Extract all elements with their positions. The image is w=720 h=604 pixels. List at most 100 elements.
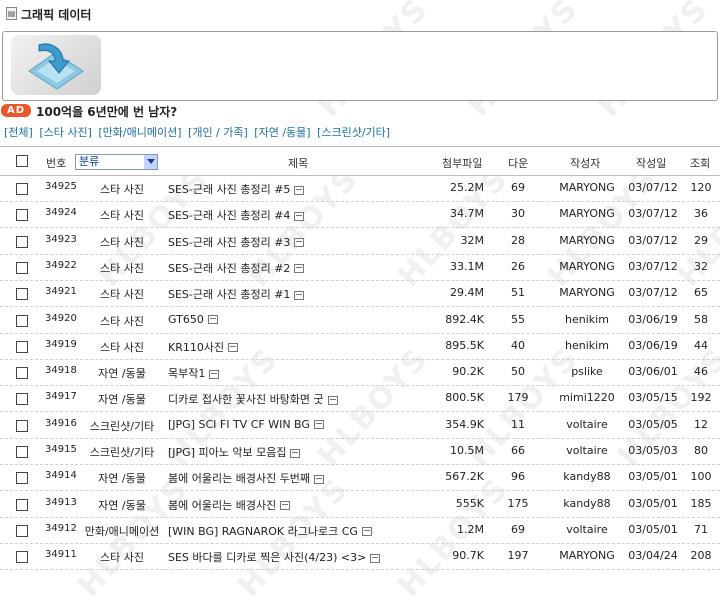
row-title-link[interactable]: KR110사진 — [168, 341, 224, 354]
ad-text[interactable]: 100억을 6년만에 번 남자? — [36, 103, 177, 120]
row-category[interactable]: 자연 /동물 — [84, 365, 160, 381]
row-author[interactable]: henikim — [552, 313, 622, 326]
row-author[interactable]: voltaire — [552, 523, 622, 536]
category-link-star-photo[interactable]: [스타 사진] — [39, 126, 92, 139]
row-category[interactable]: 스크린샷/기타 — [84, 418, 160, 434]
comment-icon — [290, 448, 301, 458]
row-downloads: 69 — [511, 181, 525, 194]
row-category[interactable]: 스크린샷/기타 — [84, 444, 160, 460]
row-views: 12 — [694, 417, 708, 431]
row-title-link[interactable]: SES-근래 사진 총정리 #4 — [168, 209, 290, 222]
row-number: 34914 — [45, 470, 77, 482]
row-title-cell: 봄에 어울리는 배경사진 두번째 — [168, 470, 325, 486]
row-checkbox[interactable] — [16, 393, 28, 406]
board-logo — [11, 35, 101, 95]
row-number: 34918 — [45, 365, 77, 377]
row-title-link[interactable]: 디카로 접사한 꽃사진 바탕화면 굿 — [168, 393, 324, 406]
column-header-date: 작성일 — [636, 157, 667, 170]
row-attachment-size: 895.5K — [445, 338, 484, 352]
row-title-cell: 디카로 접사한 꽃사진 바탕화면 굿 — [168, 391, 338, 407]
row-checkbox[interactable] — [16, 446, 28, 458]
category-select[interactable]: 분류 — [75, 154, 158, 170]
row-date: 03/06/19 — [628, 338, 678, 352]
row-checkbox[interactable] — [16, 419, 28, 432]
column-header-views: 조회 — [690, 157, 711, 170]
row-checkbox[interactable] — [16, 524, 28, 537]
row-title-link[interactable]: SES-근래 사진 총정리 #3 — [168, 236, 290, 249]
select-all-checkbox[interactable] — [16, 155, 28, 167]
row-checkbox[interactable] — [16, 183, 28, 195]
category-link-all[interactable]: [전체] — [4, 126, 33, 139]
row-attachment-size: 25.2M — [450, 181, 484, 194]
row-category[interactable]: 자연 /동물 — [84, 391, 160, 407]
download-arrow-icon — [28, 43, 84, 90]
row-checkbox[interactable] — [16, 367, 28, 380]
row-title-link[interactable]: GT650 — [168, 313, 204, 326]
row-title-link[interactable]: [JPG] 피아노 악보 모음집 — [168, 446, 286, 459]
row-category[interactable]: 스타 사진 — [84, 313, 160, 329]
row-title-link[interactable]: 목부작1 — [168, 367, 205, 380]
row-checkbox[interactable] — [16, 551, 28, 564]
row-title-link[interactable]: SES 바다를 디카로 찍은 사진(4/23) <3> — [168, 551, 366, 564]
row-author[interactable]: mimi1220 — [552, 391, 622, 404]
row-title-link[interactable]: [WIN BG] RAGNAROK 라그나로크 CG — [168, 525, 358, 538]
category-link-nature[interactable]: [자연 /동물] — [254, 126, 310, 139]
row-author[interactable]: MARYONG — [552, 207, 622, 220]
category-link-animation[interactable]: [만화/애니메이션] — [98, 126, 181, 139]
row-checkbox[interactable] — [16, 498, 28, 511]
row-number: 34922 — [45, 259, 77, 271]
row-author[interactable]: MARYONG — [552, 234, 622, 247]
row-title-link[interactable]: SES-근래 사진 총정리 #2 — [168, 262, 290, 275]
row-title-cell: SES-근래 사진 총정리 #2 — [168, 260, 305, 276]
row-category[interactable]: 스타 사진 — [84, 339, 160, 355]
row-checkbox[interactable] — [16, 288, 28, 301]
row-title-cell: SES-근래 사진 총정리 #3 — [168, 234, 305, 250]
row-category[interactable]: 스타 사진 — [84, 234, 160, 250]
row-title-link[interactable]: 봄에 어울리는 배경사진 — [168, 499, 276, 512]
row-checkbox[interactable] — [16, 209, 28, 222]
row-author[interactable]: MARYONG — [552, 549, 622, 562]
table-row: 34923 스타 사진 SES-근래 사진 총정리 #3 32M 28 MARYONG 03… — [0, 228, 720, 255]
row-author[interactable]: MARYONG — [552, 286, 622, 299]
row-number: 34916 — [45, 417, 77, 429]
row-checkbox[interactable] — [16, 472, 28, 485]
row-checkbox[interactable] — [16, 314, 28, 327]
row-title-link[interactable]: SES-근래 사진 총정리 #5 — [168, 183, 290, 196]
row-downloads: 55 — [511, 312, 525, 326]
comment-icon — [209, 369, 220, 379]
row-category[interactable]: 스타 사진 — [84, 260, 160, 276]
row-views: 80 — [694, 444, 708, 457]
row-author[interactable]: MARYONG — [552, 260, 622, 273]
row-author[interactable]: kandy88 — [552, 470, 622, 483]
row-category[interactable]: 스타 사진 — [84, 286, 160, 302]
row-downloads: 40 — [511, 338, 525, 352]
row-number: 34923 — [45, 233, 77, 245]
row-title-link[interactable]: SES-근래 사진 총정리 #1 — [168, 288, 290, 301]
row-checkbox[interactable] — [16, 261, 28, 274]
row-title-cell: GT650 — [168, 313, 218, 326]
category-link-screenshot[interactable]: [스크린샷/기타] — [317, 126, 390, 139]
row-category[interactable]: 만화/애니메이션 — [84, 523, 160, 539]
row-downloads: 30 — [511, 207, 525, 221]
row-author[interactable]: voltaire — [552, 444, 622, 457]
row-category[interactable]: 자연 /동물 — [84, 470, 160, 486]
row-author[interactable]: MARYONG — [552, 181, 622, 194]
row-author[interactable]: voltaire — [552, 418, 622, 431]
row-title-link[interactable]: 봄에 어울리는 배경사진 두번째 — [168, 472, 310, 485]
category-link-family[interactable]: [개인 / 가족] — [188, 126, 248, 139]
row-category[interactable]: 자연 /동물 — [84, 497, 160, 513]
row-category[interactable]: 스타 사진 — [84, 181, 160, 197]
row-checkbox[interactable] — [16, 340, 28, 353]
row-author[interactable]: kandy88 — [552, 497, 622, 510]
row-category[interactable]: 스타 사진 — [84, 549, 160, 565]
comment-icon — [327, 395, 338, 405]
row-date: 03/05/03 — [628, 444, 678, 457]
row-title-link[interactable]: [JPG] SCI FI TV CF WIN BG — [168, 418, 310, 431]
row-date: 03/05/01 — [628, 496, 678, 510]
row-category[interactable]: 스타 사진 — [84, 207, 160, 223]
row-author[interactable]: pslike — [552, 365, 622, 378]
row-date: 03/06/01 — [628, 365, 678, 379]
row-checkbox[interactable] — [16, 235, 28, 248]
row-author[interactable]: henikim — [552, 339, 622, 352]
comment-icon — [228, 343, 239, 353]
